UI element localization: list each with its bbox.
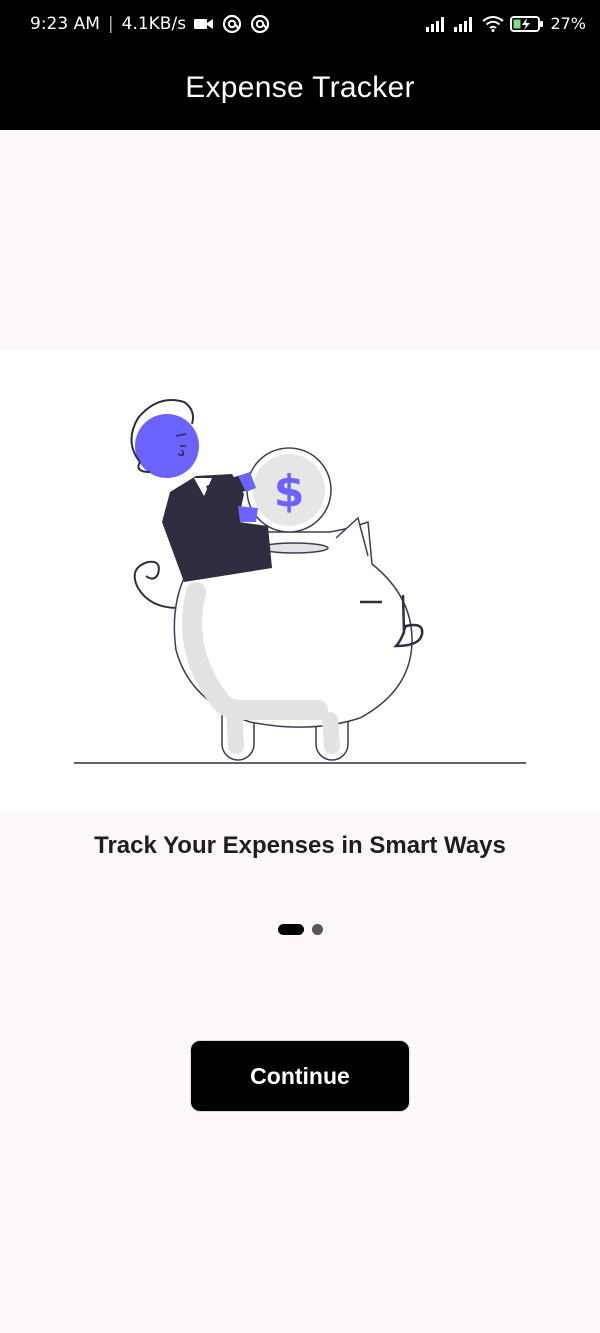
at-sign-icon — [222, 14, 242, 34]
coin-dollar-symbol: $ — [274, 466, 305, 517]
status-separator: | — [107, 14, 114, 34]
status-left: 9:23 AM | 4.1KB/s — [30, 14, 270, 34]
signal-icon — [426, 16, 448, 32]
signal-icon — [454, 16, 476, 32]
status-bar: 9:23 AM | 4.1KB/s 27% — [0, 0, 600, 54]
page-indicator-dot-active[interactable] — [277, 924, 304, 935]
page-indicator-dot[interactable] — [311, 924, 323, 935]
battery-percent: 27% — [550, 14, 586, 33]
app-title: Expense Tracker — [185, 71, 415, 104]
piggy-bank-illustration: $ — [74, 399, 526, 764]
video-camera-icon — [194, 17, 214, 31]
onboarding-headline: Track Your Expenses in Smart Ways — [94, 832, 506, 859]
status-network-speed: 4.1KB/s — [121, 14, 187, 34]
battery-charging-icon — [510, 15, 544, 33]
wifi-icon — [482, 15, 505, 32]
page-indicator — [0, 924, 600, 935]
app-bar: Expense Tracker — [0, 54, 600, 130]
status-time: 9:23 AM — [30, 14, 100, 34]
continue-button[interactable]: Continue — [190, 1040, 410, 1112]
status-right: 27% — [426, 14, 586, 33]
onboarding-illustration: $ — [0, 350, 600, 812]
at-sign-icon — [250, 14, 270, 34]
